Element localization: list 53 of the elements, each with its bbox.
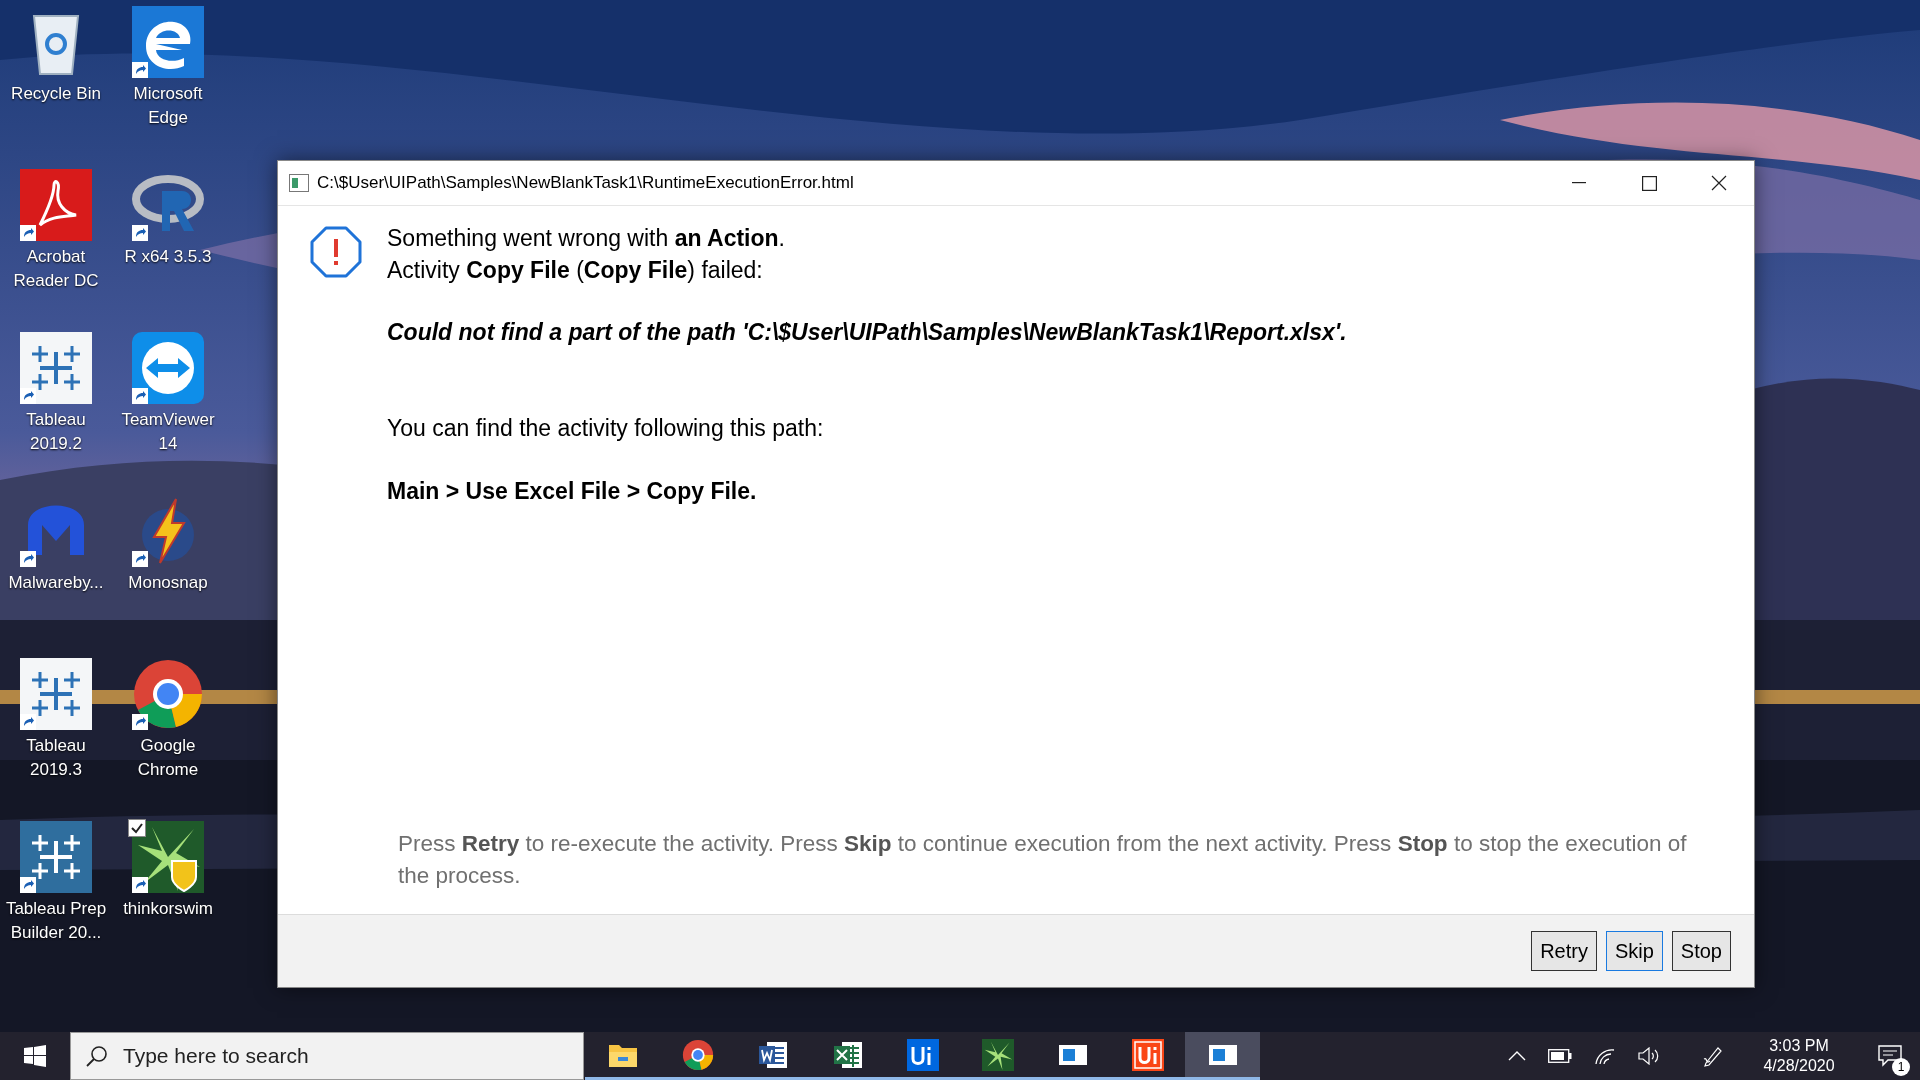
search-field[interactable]: Type here to search: [70, 1032, 584, 1080]
desktop-icon-label[interactable]: Recycle Bin: [9, 82, 103, 106]
message-text: Something went wrong with an Action.: [387, 224, 786, 253]
dialog-button[interactable]: Retry: [1531, 931, 1597, 971]
teamviewer-icon: [132, 332, 204, 404]
desktop-icon-label[interactable]: Malwareby...: [6, 571, 106, 595]
uipath-icon: [906, 1038, 939, 1071]
desktop-icon-label[interactable]: Tableau 2019.2: [0, 408, 112, 456]
minimize-icon: [1572, 182, 1586, 184]
windows-logo-icon: [24, 1045, 46, 1067]
taskbar-app-button[interactable]: [1185, 1032, 1260, 1080]
message-text: Activity Copy File (Copy File) failed:: [387, 256, 764, 285]
thinkorswim-icon: [132, 821, 204, 893]
desktop-icon-label[interactable]: Microsoft Edge: [112, 82, 224, 130]
location-intro: You can find the activity following this path:: [387, 414, 825, 443]
desktop-icon-label[interactable]: Monosnap: [126, 571, 210, 595]
window-app-icon: [289, 174, 309, 192]
help-text: Press Retry to re-execute the activity. Press Skip to continue execution from the next activity. Press Stop to stop the execution of the process.: [397, 830, 1688, 890]
desktop-icon-label[interactable]: R x64 3.5.3: [122, 245, 214, 269]
window-title: C:\$User\UIPath\Samples\NewBlankTask1\RuntimeExecutionError.html: [317, 172, 854, 195]
edge-icon: [132, 6, 204, 78]
battery-icon[interactable]: [1548, 1049, 1572, 1063]
clock-time[interactable]: 3:03 PM: [1769, 1036, 1829, 1056]
pen-icon[interactable]: [1702, 1045, 1724, 1067]
desktop-icon-label[interactable]: Tableau Prep Builder 20...: [0, 897, 112, 945]
error-message: Could not find a part of the path 'C:\$User\UIPath\Samples\NewBlankTask1\Report.xlsx'.: [387, 318, 1347, 347]
desktop-icon-label[interactable]: thinkorswim: [121, 897, 215, 921]
maximize-icon: [1641, 175, 1657, 191]
clock-date[interactable]: 4/28/2020: [1763, 1056, 1835, 1076]
dialog-button[interactable]: Stop: [1671, 931, 1731, 971]
desktop-icon-label[interactable]: TeamViewer 14: [112, 408, 224, 456]
wifi-icon[interactable]: [1594, 1047, 1616, 1065]
volume-icon[interactable]: [1638, 1047, 1660, 1065]
desktop-icon-label[interactable]: Google Chrome: [112, 734, 224, 782]
dialog-button[interactable]: Skip: [1605, 931, 1663, 971]
checkbox-icon[interactable]: [128, 819, 146, 837]
acrobat-icon: [20, 169, 92, 241]
error-icon: [310, 226, 362, 278]
tableau-icon: [20, 658, 92, 730]
chrome-icon: [132, 658, 204, 730]
tableau-icon: [20, 332, 92, 404]
uipath-icon: [1131, 1038, 1164, 1071]
chevron-up-icon[interactable]: [1508, 1051, 1526, 1061]
desktop-icon-label[interactable]: Tableau 2019.3: [0, 734, 112, 782]
chrome-icon: [681, 1038, 714, 1071]
notification-button[interactable]: 1: [1866, 1032, 1914, 1080]
close-icon: [1711, 175, 1727, 191]
search-icon: [86, 1045, 108, 1067]
thinkorswim-icon: [981, 1038, 1014, 1071]
tableau-icon: [20, 821, 92, 893]
desktop-icon-label[interactable]: Acrobat Reader DC: [0, 245, 112, 293]
activity-path: Main > Use Excel File > Copy File.: [387, 477, 758, 506]
notification-count: 1: [1892, 1058, 1910, 1076]
